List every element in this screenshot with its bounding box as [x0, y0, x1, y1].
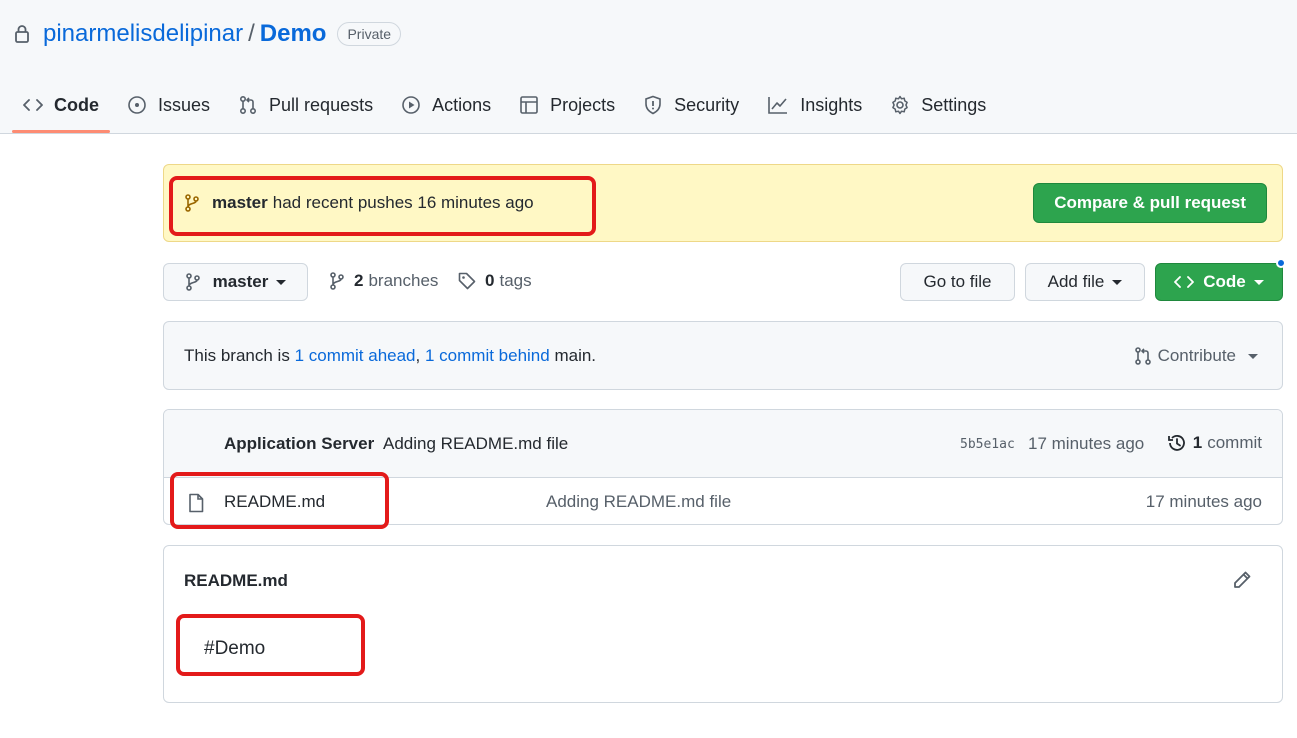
tags-label: tags — [499, 271, 532, 290]
pencil-icon[interactable] — [1232, 570, 1252, 590]
recent-push-banner: master had recent pushes 16 minutes ago … — [163, 164, 1283, 242]
file-row[interactable]: README.md Adding README.md file 17 minut… — [164, 478, 1282, 524]
tags-count: 0 — [485, 271, 495, 290]
history-icon — [1167, 435, 1185, 451]
tab-security[interactable]: Security — [632, 80, 750, 130]
readme-content: #Demo — [204, 638, 266, 659]
table-icon — [520, 96, 538, 114]
add-file-button[interactable]: Add file — [1025, 263, 1145, 301]
commit-author[interactable]: Application Server — [224, 434, 374, 453]
tab-label: Settings — [921, 94, 987, 115]
graph-icon — [768, 97, 788, 114]
commits-ahead-link[interactable]: 1 commit ahead — [295, 346, 416, 365]
notification-dot — [1276, 258, 1286, 268]
branches-label: branches — [368, 271, 439, 290]
comparison-prefix: This branch is — [184, 346, 290, 365]
tab-label: Code — [54, 94, 99, 115]
tab-label: Insights — [800, 94, 863, 115]
pull-request-icon — [1134, 347, 1151, 365]
commit-message-link[interactable]: Adding README.md file — [383, 434, 568, 453]
latest-commit-message: Application Server Adding README.md file — [224, 434, 568, 454]
tags-link[interactable]: 0 tags — [458, 271, 532, 291]
lock-icon — [14, 24, 32, 44]
branches-link[interactable]: 2 branches — [329, 271, 438, 291]
code-icon — [1174, 276, 1195, 288]
commit-age: 17 minutes ago — [1028, 434, 1145, 453]
chevron-down-icon — [276, 279, 287, 285]
repo-name-link[interactable]: Demo — [260, 20, 327, 48]
branch-selector-button[interactable]: master — [163, 263, 308, 301]
branch-comparison-box: This branch is 1 commit ahead, 1 commit … — [163, 321, 1283, 390]
branches-count: 2 — [354, 271, 364, 290]
branch-icon — [330, 272, 344, 290]
latest-commit-row: Application Server Adding README.md file… — [164, 410, 1282, 478]
go-to-file-button[interactable]: Go to file — [900, 263, 1015, 301]
issue-circle-icon — [128, 96, 146, 114]
tab-code[interactable]: Code — [12, 80, 110, 133]
play-circle-icon — [402, 96, 420, 114]
chevron-down-icon — [1112, 279, 1123, 285]
gear-icon — [892, 95, 909, 115]
contribute-label: Contribute — [1157, 346, 1236, 365]
chevron-down-icon — [1253, 279, 1264, 285]
readme-title[interactable]: README.md — [184, 571, 288, 591]
tag-icon — [458, 272, 476, 290]
branch-selector-label: master — [212, 272, 269, 291]
tab-insights[interactable]: Insights — [756, 80, 873, 130]
tab-projects[interactable]: Projects — [508, 80, 626, 130]
add-file-label: Add file — [1047, 272, 1105, 291]
comparison-suffix: main. — [554, 346, 597, 365]
file-icon — [189, 493, 204, 513]
tab-issues[interactable]: Issues — [116, 80, 221, 130]
tab-label: Projects — [550, 94, 616, 115]
shield-icon — [645, 95, 661, 115]
pushed-branch-name[interactable]: master — [212, 193, 268, 213]
chevron-down-icon — [1248, 353, 1258, 359]
readme-box: README.md #Demo — [163, 545, 1283, 703]
tab-label: Actions — [432, 94, 492, 115]
file-name-link[interactable]: README.md — [224, 492, 325, 512]
commit-count: 1 — [1192, 433, 1203, 452]
branch-comparison-text: This branch is 1 commit ahead, 1 commit … — [184, 346, 596, 366]
tab-actions[interactable]: Actions — [390, 80, 502, 130]
commit-history-link[interactable]: 1 commit — [1167, 433, 1262, 453]
branch-icon — [185, 194, 199, 212]
repo-title: pinarmelisdelipinar / Demo Private — [14, 18, 402, 50]
contribute-dropdown[interactable]: Contribute — [1134, 346, 1258, 366]
branch-icon — [185, 273, 200, 291]
tab-label: Pull requests — [269, 94, 374, 115]
pull-request-icon — [240, 95, 257, 115]
file-commit-age: 17 minutes ago — [1145, 492, 1262, 511]
file-listing: Application Server Adding README.md file… — [163, 409, 1283, 525]
comparison-comma: , — [415, 346, 421, 365]
code-icon — [23, 99, 43, 111]
visibility-badge: Private — [337, 22, 402, 46]
code-button-label: Code — [1203, 272, 1246, 291]
repo-header: pinarmelisdelipinar / Demo Private Code … — [0, 0, 1297, 134]
tab-pull-requests[interactable]: Pull requests — [227, 80, 384, 130]
repo-nav-tabs: Code Issues Pull requests Actions Projec… — [12, 80, 1003, 134]
tab-settings[interactable]: Settings — [879, 80, 997, 130]
code-dropdown-button[interactable]: Code — [1155, 263, 1283, 301]
tab-label: Issues — [158, 94, 211, 115]
repo-owner-link[interactable]: pinarmelisdelipinar — [43, 20, 243, 48]
push-message: had recent pushes 16 minutes ago — [272, 193, 534, 212]
file-commit-message-link[interactable]: Adding README.md file — [546, 492, 731, 512]
commits-behind-link[interactable]: 1 commit behind — [425, 346, 550, 365]
compare-pull-request-button[interactable]: Compare & pull request — [1033, 183, 1267, 223]
commit-count-label: commit — [1207, 433, 1262, 452]
repo-separator: / — [248, 20, 255, 47]
commit-sha[interactable]: 5b5e1ac — [960, 437, 1015, 452]
tab-label: Security — [674, 94, 740, 115]
recent-push-text: master had recent pushes 16 minutes ago — [184, 193, 534, 213]
